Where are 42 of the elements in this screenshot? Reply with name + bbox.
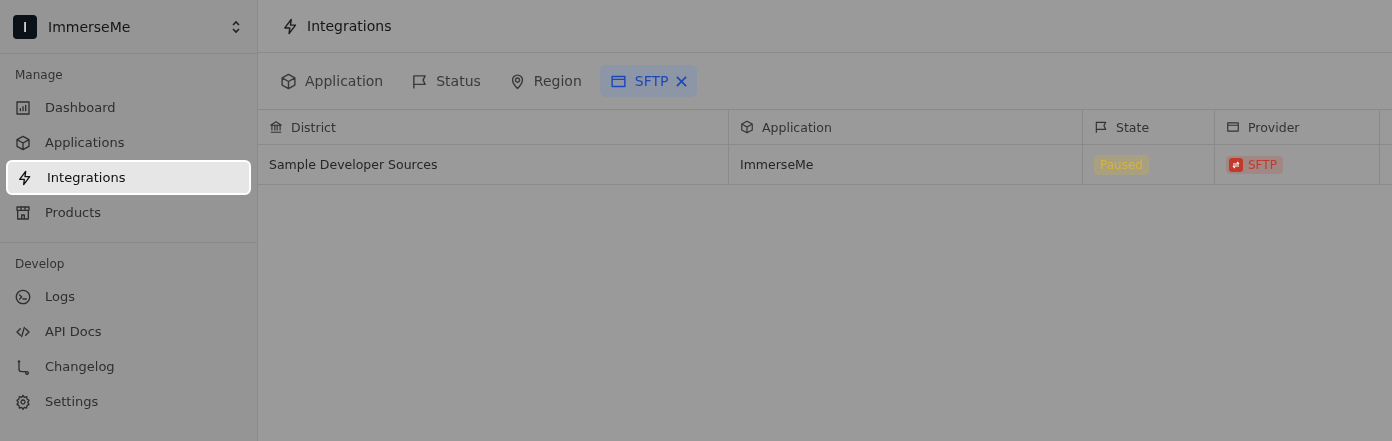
filter-chip[interactable]: Status <box>401 65 491 97</box>
section-title: Manage <box>14 68 64 84</box>
filter-chip[interactable]: Region <box>498 65 592 97</box>
cube-icon <box>15 134 31 151</box>
section-title: Develop <box>14 257 66 273</box>
column-header[interactable]: District <box>258 110 729 145</box>
chevron-updown-icon[interactable] <box>231 18 241 35</box>
flag-icon <box>411 72 429 90</box>
transfer-icon <box>1229 157 1243 172</box>
flag-icon <box>1094 120 1108 134</box>
sidebar-item[interactable]: API Docs <box>6 314 251 349</box>
page-title: Integrations <box>307 18 392 34</box>
table-cell: Sample Developer Sources <box>269 157 438 172</box>
filter-chip[interactable]: Application <box>270 65 394 97</box>
lightning-icon <box>282 17 299 35</box>
close-icon[interactable] <box>676 75 688 87</box>
provider-badge: SFTP <box>1226 155 1283 174</box>
lightning-icon <box>17 169 33 186</box>
cube-icon <box>280 72 297 90</box>
window-icon <box>1226 120 1240 134</box>
filter-chip[interactable]: SFTP <box>599 65 698 97</box>
sidebar-item[interactable]: Dashboard <box>6 90 251 125</box>
settings-icon <box>15 393 31 410</box>
column-header[interactable]: Application <box>729 110 1083 145</box>
sidebar-item[interactable]: Settings <box>6 384 251 419</box>
column-header[interactable]: State <box>1083 110 1215 145</box>
sidebar-item[interactable]: Logs <box>6 279 251 314</box>
workspace-name: ImmerseMe <box>48 18 132 35</box>
store-icon <box>15 204 31 221</box>
workspace-logo: I <box>13 14 37 39</box>
terminal-icon <box>15 288 31 305</box>
table-cell: ImmerseMe <box>740 157 814 172</box>
sidebar-item[interactable]: Changelog <box>6 349 251 384</box>
sidebar-item[interactable]: Integrations <box>6 160 251 195</box>
branch-icon <box>15 358 31 375</box>
column-header[interactable]: Provider <box>1215 110 1380 145</box>
sidebar-item[interactable]: Products <box>6 195 251 230</box>
status-badge: Paused <box>1094 154 1149 175</box>
chart-icon <box>15 99 31 116</box>
sidebar-item[interactable]: Applications <box>6 125 251 160</box>
cube-icon <box>740 120 754 134</box>
bank-icon <box>269 120 283 134</box>
